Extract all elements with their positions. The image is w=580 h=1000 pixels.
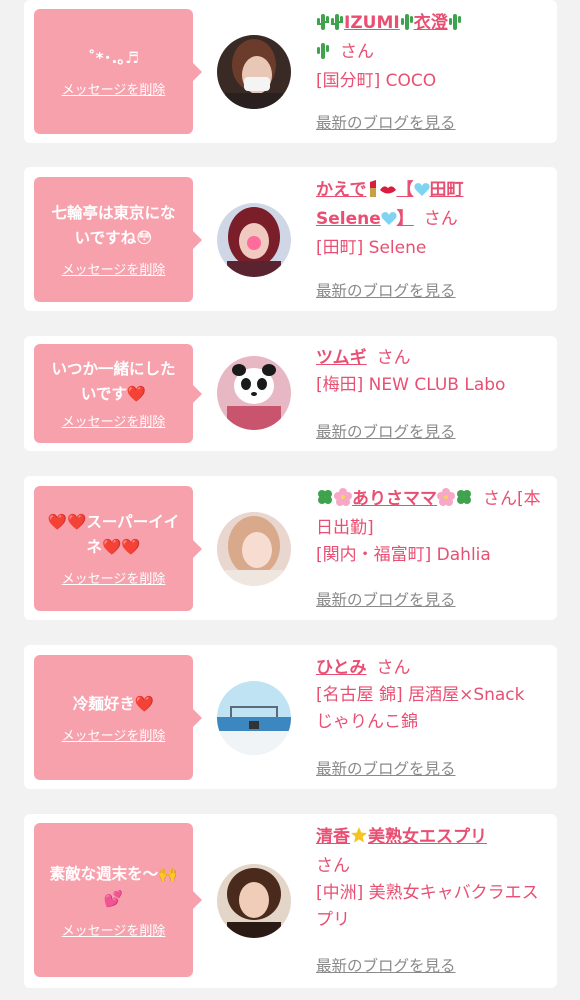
shop-name: [中洲] 美熟女キャバクラエスプリ: [316, 883, 539, 930]
shop-name: [梅田] NEW CLUB Labo: [316, 375, 506, 395]
delete-message-link[interactable]: メッセージを削除: [62, 568, 166, 587]
avatar[interactable]: [217, 681, 291, 755]
message-card: ˚*･.｡♬ メッセージを削除 IZUMI 衣澄 さん [国分町] COCO 最新の…: [24, 0, 557, 143]
message-card: 七輪亭は東京にないですね😳 メッセージを削除 かえで【田町 Selene】さん […: [24, 167, 557, 311]
san-suffix: さん: [316, 856, 350, 876]
light-blue-heart-icon: [413, 179, 430, 206]
cactus-icon: [400, 12, 414, 39]
shop-name: [名古屋 錦] 居酒屋×Snack じゃりんこ錦: [316, 685, 525, 732]
avatar[interactable]: [217, 512, 291, 586]
user-name-link[interactable]: ひとみ: [316, 658, 367, 678]
blog-link[interactable]: 最新のブログを見る: [316, 757, 456, 779]
shop-name: [田町] Selene: [316, 238, 427, 258]
cactus-icon: [330, 12, 344, 39]
message-bubble: 冷麺好き❤️ メッセージを削除: [34, 655, 202, 780]
user-name-link[interactable]: ツムギ: [316, 348, 367, 368]
message-text: ❤️❤️スーパーイイネ❤️❤️: [47, 513, 180, 556]
avatar[interactable]: [217, 356, 291, 430]
delete-message-link[interactable]: メッセージを削除: [62, 79, 166, 98]
san-suffix: さん: [376, 658, 411, 678]
san-suffix: さん: [483, 489, 517, 509]
avatar[interactable]: [217, 35, 291, 109]
blog-link[interactable]: 最新のブログを見る: [316, 954, 456, 976]
delete-message-link[interactable]: メッセージを削除: [62, 411, 166, 430]
blog-link[interactable]: 最新のブログを見る: [316, 111, 456, 133]
four-leaf-clover-icon: [316, 488, 334, 515]
san-suffix: さん: [376, 348, 411, 368]
blog-link[interactable]: 最新のブログを見る: [316, 588, 456, 610]
message-bubble: 七輪亭は東京にないですね😳 メッセージを削除: [34, 177, 202, 302]
blog-link[interactable]: 最新のブログを見る: [316, 279, 456, 301]
message-text: 七輪亭は東京にないですね😳: [51, 204, 176, 247]
message-bubble: ˚*･.｡♬ メッセージを削除: [34, 9, 202, 134]
san-suffix: さん: [423, 209, 458, 229]
delete-message-link[interactable]: メッセージを削除: [62, 725, 166, 744]
message-bubble: いつか一緒にしたいです❤️ メッセージを削除: [34, 344, 202, 443]
star-icon: [350, 826, 368, 853]
message-card: 素敵な週末を〜🙌💕 メッセージを削除 清香 美熟女エスプリ さん [中洲] 美熟女キ…: [24, 814, 557, 988]
avatar[interactable]: [217, 203, 291, 277]
message-bubble: 素敵な週末を〜🙌💕 メッセージを削除: [34, 823, 202, 977]
san-suffix: さん: [340, 42, 374, 62]
shop-name: [関内・福富町] Dahlia: [316, 545, 491, 565]
message-card: ❤️❤️スーパーイイネ❤️❤️ メッセージを削除 ありさママ さん[本日出勤] […: [24, 476, 557, 620]
cactus-icon: [316, 12, 330, 39]
delete-message-link[interactable]: メッセージを削除: [62, 259, 166, 278]
blog-link[interactable]: 最新のブログを見る: [316, 420, 456, 442]
cherry-blossom-icon: [437, 488, 455, 515]
delete-message-link[interactable]: メッセージを削除: [62, 920, 166, 939]
cactus-icon: [316, 41, 330, 68]
shop-name: [国分町] COCO: [316, 71, 437, 91]
message-text: いつか一緒にしたいです❤️: [51, 360, 176, 403]
lipstick-icon: [367, 179, 379, 206]
kiss-lips-icon: [379, 179, 397, 206]
user-name-link[interactable]: IZUMI 衣澄: [316, 13, 462, 62]
cactus-icon: [448, 12, 462, 39]
cherry-blossom-icon: [334, 488, 352, 515]
light-blue-heart-icon: [381, 208, 397, 235]
message-bubble: ❤️❤️スーパーイイネ❤️❤️ メッセージを削除: [34, 486, 202, 611]
message-card: いつか一緒にしたいです❤️ メッセージを削除 ツムギ さん [梅田] NEW CL…: [24, 336, 557, 451]
message-card: 冷麺好き❤️ メッセージを削除 ひとみ さん [名古屋 錦] 居酒屋×Snack …: [24, 645, 557, 789]
avatar[interactable]: [217, 864, 291, 938]
user-name-link[interactable]: 清香 美熟女エスプリ: [316, 827, 487, 847]
message-text: ˚*･.｡♬: [87, 48, 140, 67]
four-leaf-clover-icon: [455, 488, 473, 515]
message-text: 素敵な週末を〜🙌💕: [49, 864, 178, 908]
message-text: 冷麺好き❤️: [72, 694, 155, 713]
user-name-link[interactable]: ありさママ: [316, 488, 473, 509]
